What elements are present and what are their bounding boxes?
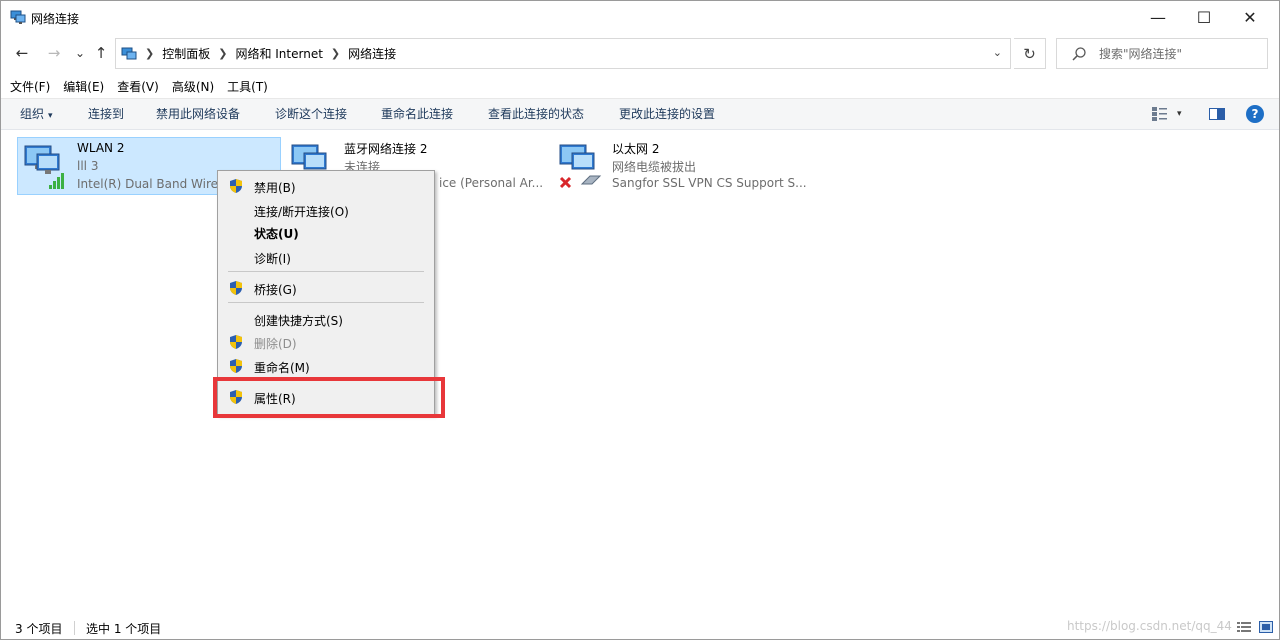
window-title: 网络连接 (31, 12, 80, 26)
disable-device-button[interactable]: 禁用此网络设备 (156, 99, 240, 130)
connect-to-button[interactable]: 连接到 (88, 99, 124, 130)
caret-down-icon: ▾ (48, 111, 53, 121)
connection-name: 蓝牙网络连接 2 (344, 142, 428, 156)
properties-highlight-box (213, 377, 445, 418)
maximize-button[interactable]: ☐ (1181, 1, 1227, 33)
connection-device: Sangfor SSL VPN CS Support S... (612, 176, 807, 190)
connection-item-ethernet[interactable]: 以太网 2 网络电缆被拔出 Sangfor SSL VPN CS Support… (553, 137, 815, 195)
watermark-text: https://blog.csdn.net/qq_44 (1067, 619, 1232, 633)
chevron-right-icon: ❯ (145, 47, 155, 60)
network-folder-icon (10, 10, 26, 24)
menu-view[interactable]: 查看(V) (108, 77, 159, 97)
menu-separator (228, 271, 424, 272)
uac-shield-icon (230, 281, 242, 295)
item-count: 3 个项目 (15, 622, 63, 636)
network-folder-icon (121, 47, 137, 59)
menu-tools[interactable]: 工具(T) (218, 77, 268, 97)
large-icons-view-icon[interactable] (1259, 621, 1273, 633)
uac-shield-icon (230, 359, 242, 373)
menu-item-rename[interactable]: 重命名(M) (220, 355, 432, 377)
menu-edit[interactable]: 编辑(E) (54, 77, 104, 97)
menu-item-status[interactable]: 状态(U) (220, 221, 432, 243)
title-bar: 网络连接 — ☐ ✕ (1, 1, 1279, 33)
menu-item-label: 诊断(I) (254, 252, 291, 266)
wifi-adapter-icon (24, 145, 64, 189)
search-box[interactable]: 搜索"网络连接" (1056, 38, 1268, 69)
menu-item-label: 禁用(B) (254, 181, 296, 195)
menu-item-diagnose[interactable]: 诊断(I) (220, 246, 432, 268)
chevron-right-icon[interactable]: ❯ (218, 47, 227, 60)
recent-locations-button[interactable]: ⌄ (69, 42, 91, 64)
menu-item-disable[interactable]: 禁用(B) (220, 175, 432, 197)
connection-device: ice (Personal Ar... (439, 176, 544, 190)
ethernet-disconnected-icon (559, 144, 602, 189)
view-status-button[interactable]: 查看此连接的状态 (488, 99, 584, 130)
back-button[interactable]: ← (11, 42, 33, 64)
menu-item-connect-disconnect[interactable]: 连接/断开连接(O) (220, 199, 432, 221)
menu-item-label: 状态(U) (254, 227, 299, 241)
address-dropdown-icon[interactable]: ⌄ (993, 46, 1002, 59)
menu-item-bridge[interactable]: 桥接(G) (220, 277, 432, 299)
refresh-button[interactable]: ↻ (1014, 38, 1046, 69)
menu-item-delete: 删除(D) (220, 331, 432, 353)
minimize-button[interactable]: — (1135, 1, 1181, 33)
menu-item-label: 桥接(G) (254, 283, 297, 297)
menu-file[interactable]: 文件(F) (1, 77, 50, 97)
search-input[interactable]: 搜索"网络连接" (1099, 45, 1182, 62)
breadcrumb-network-connections[interactable]: 网络连接 (348, 45, 396, 62)
organize-button[interactable]: 组织 ▾ (20, 99, 53, 130)
menu-item-label: 连接/断开连接(O) (254, 205, 349, 219)
address-bar[interactable]: ❯ 控制面板 ❯ 网络和 Internet ❯ 网络连接 ⌄ (115, 38, 1011, 69)
menu-item-label: 删除(D) (254, 337, 297, 351)
breadcrumb-control-panel[interactable]: 控制面板 (162, 45, 210, 62)
rename-connection-button[interactable]: 重命名此连接 (381, 99, 453, 130)
menu-item-label: 创建快捷方式(S) (254, 314, 343, 328)
preview-pane-icon[interactable] (1208, 106, 1226, 122)
diagnose-connection-button[interactable]: 诊断这个连接 (275, 99, 347, 130)
search-icon (1071, 46, 1087, 62)
help-button[interactable]: ? (1246, 105, 1264, 123)
menu-advanced[interactable]: 高级(N) (163, 77, 214, 97)
menu-separator (228, 302, 424, 303)
menu-bar: 文件(F) 编辑(E) 查看(V) 高级(N) 工具(T) (1, 77, 272, 97)
close-button[interactable]: ✕ (1227, 1, 1273, 33)
forward-button[interactable]: → (43, 42, 65, 64)
uac-shield-icon (230, 335, 242, 349)
uac-shield-icon (230, 179, 242, 193)
network-connections-window: 网络连接 — ☐ ✕ ← → ⌄ ↑ ❯ 控制面板 ❯ 网络和 Internet… (0, 0, 1280, 640)
connection-status: 网络电缆被拔出 (612, 160, 697, 174)
organize-label: 组织 (20, 107, 45, 121)
change-view-icon[interactable] (1151, 106, 1169, 122)
status-divider (74, 621, 75, 635)
selected-count: 选中 1 个项目 (86, 622, 162, 636)
view-dropdown-icon[interactable]: ▾ (1177, 99, 1182, 130)
menu-item-label: 重命名(M) (254, 361, 310, 375)
change-settings-button[interactable]: 更改此连接的设置 (619, 99, 715, 130)
up-button[interactable]: ↑ (90, 42, 112, 64)
details-view-icon[interactable] (1237, 621, 1251, 633)
chevron-right-icon[interactable]: ❯ (331, 47, 340, 60)
connection-name: 以太网 2 (612, 142, 660, 156)
breadcrumb-network-internet[interactable]: 网络和 Internet (235, 45, 322, 62)
connection-status: lll 3 (77, 159, 99, 173)
command-bar: 组织 ▾ 连接到 禁用此网络设备 诊断这个连接 重命名此连接 查看此连接的状态 更… (1, 98, 1279, 130)
menu-item-create-shortcut[interactable]: 创建快捷方式(S) (220, 308, 432, 330)
connection-name: WLAN 2 (77, 141, 125, 155)
